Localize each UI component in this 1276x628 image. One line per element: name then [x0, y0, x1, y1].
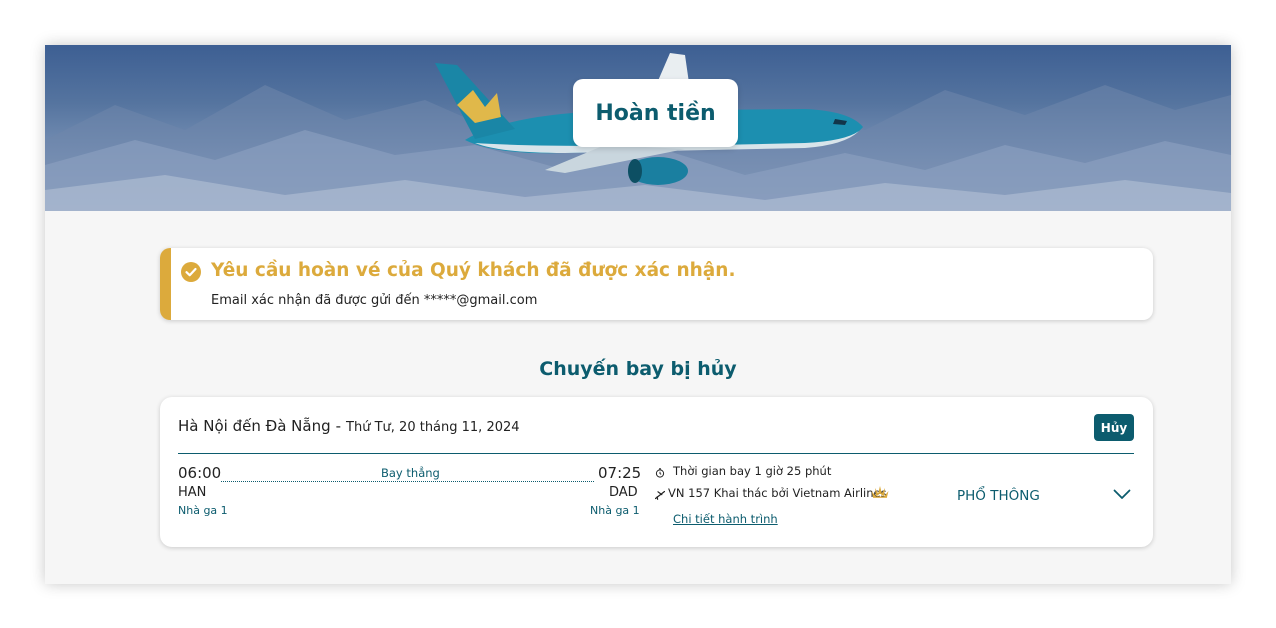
stops-label: Bay thẳng: [381, 466, 440, 480]
status-badge: Hủy: [1094, 414, 1134, 441]
divider: [178, 453, 1134, 454]
arrival-airport-code: DAD: [609, 485, 638, 500]
lotus-logo-icon: [871, 486, 889, 498]
alert-accent-bar: [160, 248, 171, 320]
check-circle-icon: [181, 262, 201, 282]
hero-banner: Hoàn tiền: [45, 45, 1231, 211]
arrival-time: 07:25: [598, 464, 642, 482]
flight-number-info: VN 157 Khai thác bởi Vietnam Airlines: [668, 486, 887, 500]
flight-path-line: [221, 481, 594, 482]
refund-page: Hoàn tiền Yêu cầu hoàn vé của Quý khách …: [45, 45, 1231, 584]
route-separator: -: [335, 417, 342, 435]
alert-message: Email xác nhận đã được gửi đến *****@gma…: [211, 293, 538, 308]
flight-duration: Thời gian bay 1 giờ 25 phút: [673, 464, 832, 478]
alert-headline: Yêu cầu hoàn vé của Quý khách đã được xá…: [211, 260, 736, 281]
cabin-class: PHỔ THÔNG: [957, 488, 1040, 504]
page-title-card: Hoàn tiền: [573, 79, 738, 147]
departure-terminal: Nhà ga 1: [178, 504, 228, 517]
confirmation-alert: Yêu cầu hoàn vé của Quý khách đã được xá…: [160, 248, 1153, 320]
flight-card: Hà Nội đến Đà Nẵng - Thứ Tư, 20 tháng 11, …: [160, 397, 1153, 547]
departure-time: 06:00: [178, 464, 222, 482]
clock-icon: [655, 468, 665, 478]
arrival-terminal: Nhà ga 1: [590, 504, 640, 517]
airplane-icon: [655, 490, 665, 500]
flight-route-header: Hà Nội đến Đà Nẵng - Thứ Tư, 20 tháng 11, …: [178, 417, 520, 435]
chevron-down-icon[interactable]: [1113, 489, 1131, 500]
route-name: Hà Nội đến Đà Nẵng: [178, 417, 331, 435]
page-title: Hoàn tiền: [595, 100, 716, 126]
itinerary-details-link[interactable]: Chi tiết hành trình: [673, 512, 778, 526]
section-title: Chuyến bay bị hủy: [539, 358, 737, 380]
departure-airport-code: HAN: [178, 485, 207, 500]
flight-date: Thứ Tư, 20 tháng 11, 2024: [346, 420, 520, 435]
